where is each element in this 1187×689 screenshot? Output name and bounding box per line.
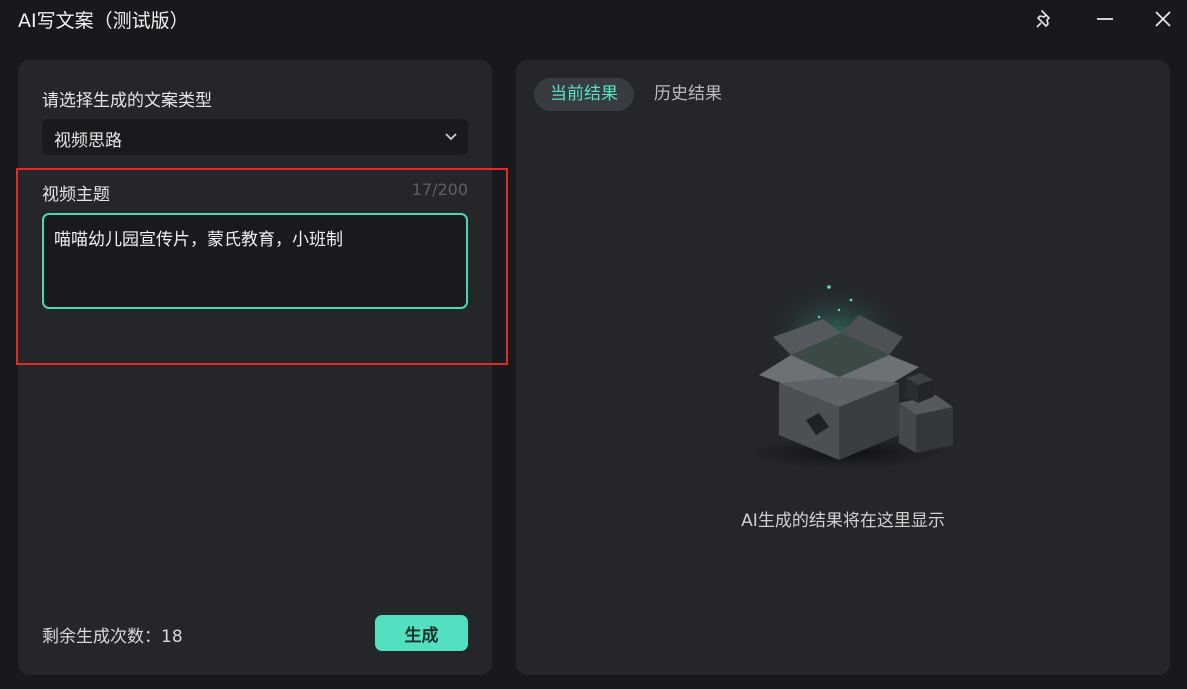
remaining-count: 剩余生成次数：18 <box>42 627 183 647</box>
empty-box-icon <box>746 285 953 469</box>
chevron-down-icon <box>445 133 457 141</box>
window-title: AI写文案（测试版） <box>18 10 189 32</box>
minimize-icon[interactable] <box>1090 4 1120 34</box>
copy-type-value: 视频思路 <box>54 131 122 151</box>
char-counter: 17/200 <box>411 180 468 199</box>
type-label: 请选择生成的文案类型 <box>42 91 212 111</box>
tab-history-result[interactable]: 历史结果 <box>638 78 738 111</box>
tab-current-result[interactable]: 当前结果 <box>534 78 634 111</box>
topic-label: 视频主题 <box>42 185 110 205</box>
topic-input[interactable]: 喵喵幼儿园宣传片，蒙氏教育，小班制 <box>42 213 468 309</box>
copy-type-select[interactable]: 视频思路 <box>42 119 468 155</box>
close-icon[interactable] <box>1148 4 1178 34</box>
input-panel: 请选择生成的文案类型 视频思路 视频主题 17/200 喵喵幼儿园宣传片，蒙氏教… <box>18 60 492 675</box>
pin-icon[interactable] <box>1030 4 1060 34</box>
title-bar: AI写文案（测试版） <box>0 0 1187 40</box>
result-panel: 当前结果 历史结果 AI生成的结果将在这里显示 <box>516 60 1170 675</box>
topic-input-value: 喵喵幼儿园宣传片，蒙氏教育，小班制 <box>54 230 343 250</box>
empty-result-message: AI生成的结果将在这里显示 <box>741 511 945 531</box>
generate-button[interactable]: 生成 <box>375 615 468 651</box>
